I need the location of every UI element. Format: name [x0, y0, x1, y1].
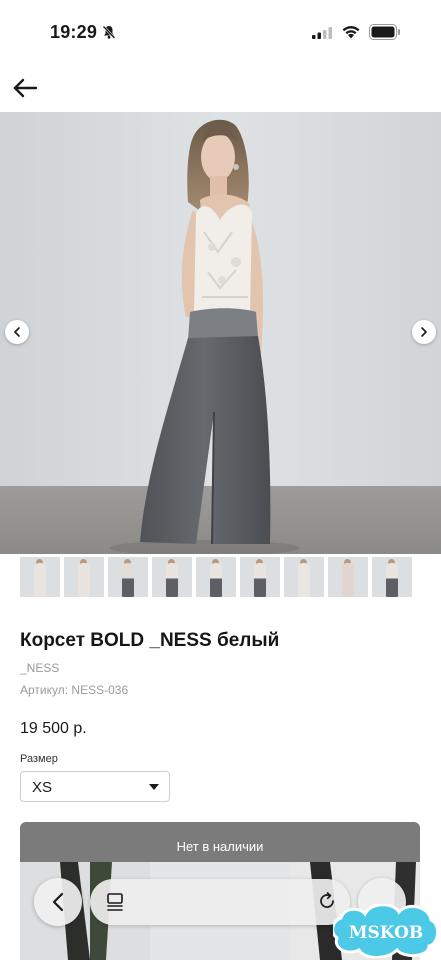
product-price: 19 500 р. [20, 720, 87, 737]
product-thumbnail[interactable] [240, 557, 280, 597]
chevron-left-icon [52, 892, 64, 912]
product-thumbnail[interactable] [328, 557, 368, 597]
size-label: Размер [20, 753, 58, 765]
thumbnail-figure [78, 563, 90, 597]
product-title: Корсет BOLD _NESS белый [20, 630, 280, 651]
size-select[interactable]: XS [20, 771, 170, 802]
cellular-signal-icon [312, 26, 334, 44]
sku-value: NESS-036 [71, 683, 129, 697]
carousel-next-button[interactable] [412, 320, 436, 344]
back-arrow-button[interactable] [10, 74, 40, 102]
product-photo-illustration [0, 112, 441, 554]
browser-back-button[interactable] [34, 878, 82, 926]
product-thumbnail[interactable] [196, 557, 236, 597]
sku-label: Артикул: [20, 683, 69, 697]
carousel-prev-button[interactable] [5, 320, 29, 344]
arrow-left-icon [13, 78, 38, 98]
watermark-logo: MSKOB [331, 903, 439, 959]
thumbnail-figure [254, 563, 266, 597]
product-main-photo[interactable] [0, 112, 441, 554]
size-select-value: XS [32, 779, 53, 796]
wifi-icon [341, 24, 361, 44]
product-thumbnail[interactable] [108, 557, 148, 597]
status-time: 19:29 [50, 22, 98, 42]
svg-text:MSKOB: MSKOB [349, 923, 424, 943]
thumbnail-figure [386, 563, 398, 597]
product-thumbnail[interactable] [152, 557, 192, 597]
product-thumbnail[interactable] [64, 557, 104, 597]
status-bar: 19:29 [0, 0, 441, 64]
bell-muted-icon [101, 24, 117, 45]
thumbnail-figure [210, 563, 222, 597]
browser-address-bar[interactable] [90, 879, 350, 925]
battery-icon [369, 24, 401, 45]
product-thumbnail[interactable] [372, 557, 412, 597]
product-thumbnail[interactable] [20, 557, 60, 597]
chevron-left-icon [14, 327, 20, 337]
product-brand: _NESS [20, 661, 60, 675]
tabs-icon[interactable] [106, 892, 124, 917]
chevron-right-icon [421, 327, 427, 337]
thumbnail-strip [20, 557, 420, 599]
thumbnail-figure [122, 563, 134, 597]
thumbnail-figure [298, 563, 310, 597]
thumbnail-figure [166, 563, 178, 597]
product-thumbnail[interactable] [284, 557, 324, 597]
product-sku: Артикул: NESS-036 [20, 683, 128, 697]
caret-down-icon [149, 784, 159, 790]
thumbnail-figure [342, 563, 354, 597]
thumbnail-figure [34, 563, 46, 597]
